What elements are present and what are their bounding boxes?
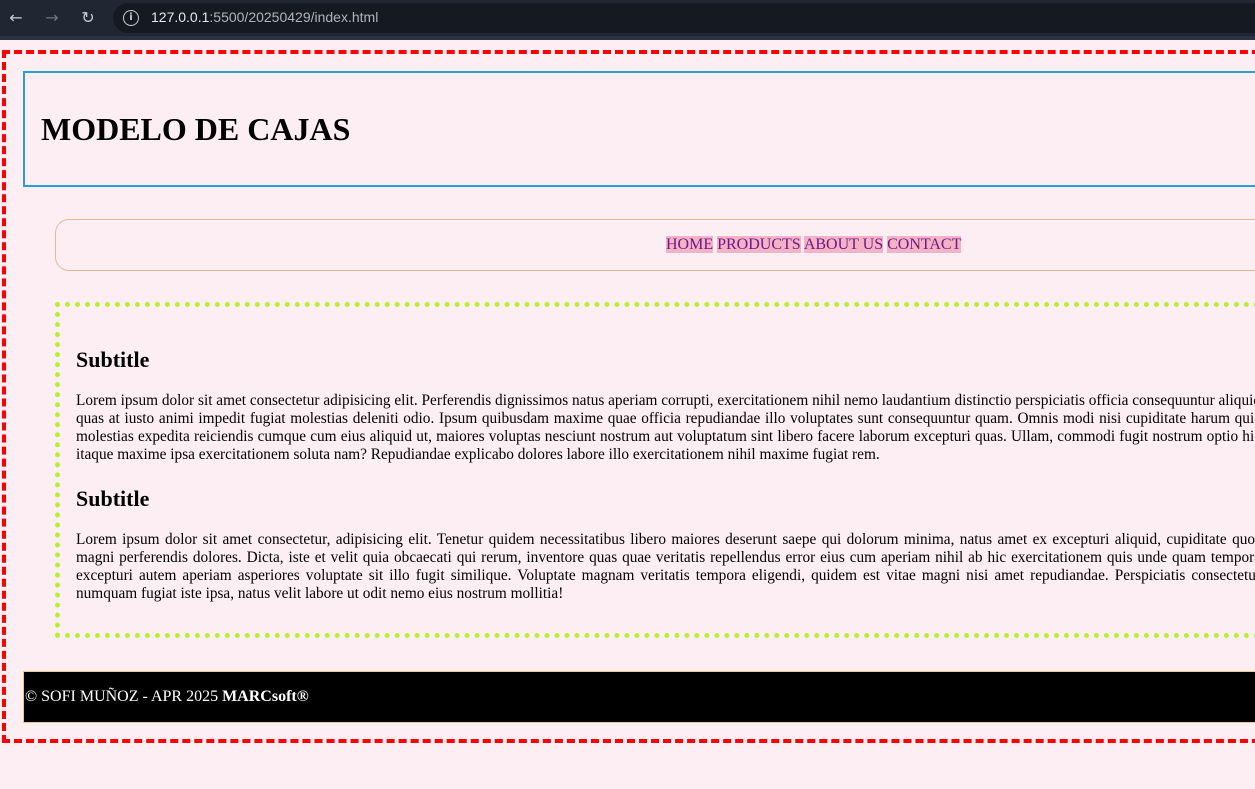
browser-toolbar: ← → ↻ i 127.0.0.1:5500/20250429/index.ht… — [0, 0, 1255, 40]
url-path: :5500/20250429/index.html — [209, 9, 379, 25]
section-title: Subtitle — [76, 347, 150, 372]
page-header: MODELO DE CAJAS — [23, 71, 1255, 187]
nav-link-contact[interactable]: CONTACT — [887, 236, 962, 253]
nav-link-home[interactable]: HOME — [666, 236, 714, 253]
footer-text: © SOFI MUÑOZ - APR 2025 MARCsoft® — [25, 688, 309, 706]
url-host: 127.0.0.1 — [151, 9, 210, 25]
page-title: MODELO DE CAJAS — [41, 111, 351, 147]
nav-link-about-us[interactable]: ABOUT US — [803, 236, 884, 253]
url-text[interactable]: 127.0.0.1:5500/20250429/index.html — [151, 9, 378, 25]
footer-brand: MARCsoft® — [222, 688, 309, 705]
back-arrow-icon[interactable]: ← — [6, 8, 26, 28]
forward-arrow-icon[interactable]: → — [42, 8, 62, 28]
section-paragraph: Lorem ipsum dolor sit amet consectetur a… — [76, 392, 1255, 463]
reload-icon[interactable]: ↻ — [78, 8, 98, 28]
footer-copyright: © SOFI MUÑOZ - APR 2025 — [25, 688, 223, 705]
section-title: Subtitle — [76, 486, 150, 511]
page-footer: © SOFI MUÑOZ - APR 2025 MARCsoft® — [23, 671, 1255, 723]
main-nav: HOME PRODUCTS ABOUT US CONTACT — [55, 219, 1255, 271]
main-content: Subtitle Lorem ipsum dolor sit amet cons… — [55, 302, 1255, 638]
section-paragraph: Lorem ipsum dolor sit amet consectetur, … — [76, 531, 1255, 602]
address-bar[interactable]: i 127.0.0.1:5500/20250429/index.html — [113, 3, 1255, 33]
nav-links: HOME PRODUCTS ABOUT US CONTACT — [666, 236, 962, 254]
site-info-icon[interactable]: i — [123, 10, 139, 26]
nav-link-products[interactable]: PRODUCTS — [717, 236, 801, 253]
